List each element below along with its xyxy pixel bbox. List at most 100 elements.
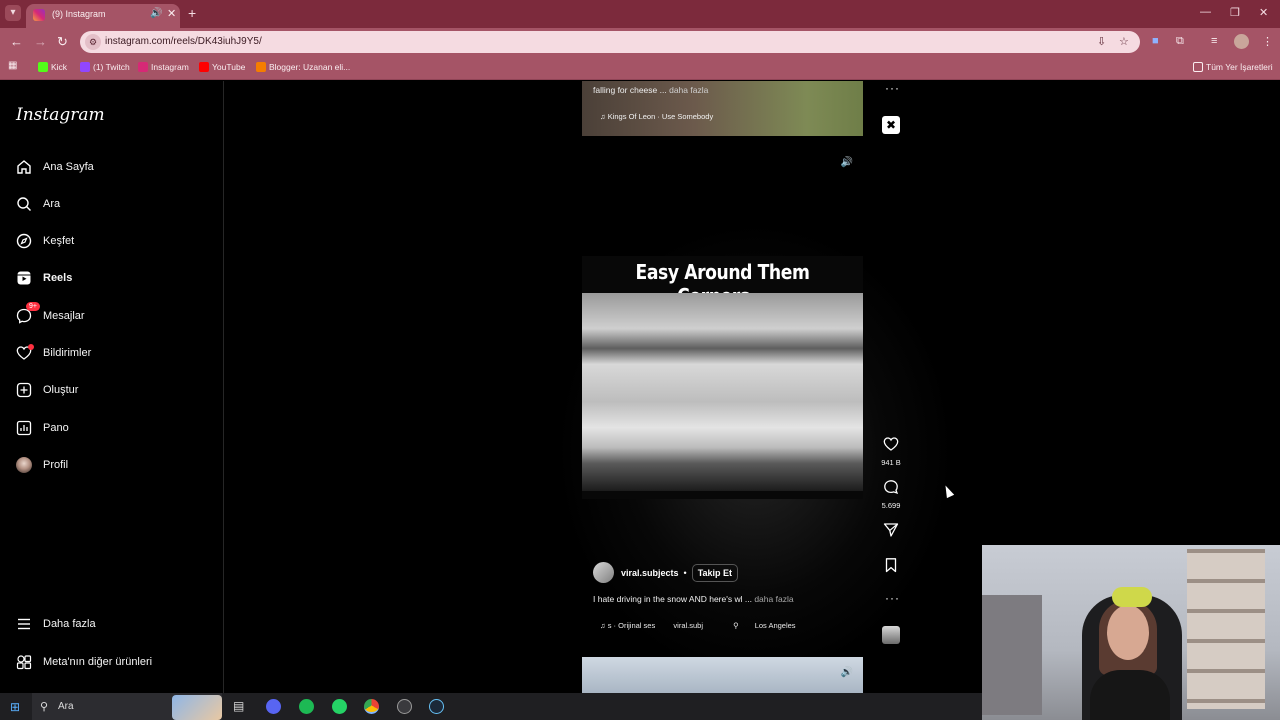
profile-avatar: [16, 457, 32, 473]
author-username[interactable]: viral.subjects: [621, 568, 679, 578]
next-volume-icon[interactable]: 🔊: [839, 665, 855, 681]
sidebar-item-dashboard[interactable]: Pano: [16, 417, 69, 439]
previous-more-options-icon[interactable]: ···: [885, 81, 900, 95]
extensions-icon[interactable]: ⧉: [1176, 35, 1184, 48]
save-action[interactable]: [879, 557, 903, 578]
more-options-icon[interactable]: ···: [885, 591, 900, 605]
sidebar-item-create[interactable]: Oluştur: [16, 379, 78, 401]
sidebar-item-more[interactable]: Daha fazla: [16, 613, 96, 635]
send-icon: [883, 523, 899, 537]
task-view-icon[interactable]: ▤: [233, 699, 248, 714]
reel-meta: ♫ s · Orijinal ses viral.subj ⚲ Los Ange…: [600, 621, 824, 630]
sidebar-item-reels[interactable]: Reels: [16, 267, 72, 289]
caption-more-link[interactable]: daha fazla: [754, 594, 793, 604]
share-action[interactable]: [879, 522, 903, 543]
search-highlight-image: [172, 695, 222, 720]
sidebar-item-notifications[interactable]: Bildirimler: [16, 342, 91, 364]
bookmark-star-icon[interactable]: ☆: [1119, 35, 1129, 48]
messenger-icon: 9+: [16, 302, 40, 324]
previous-more-link[interactable]: daha fazla: [669, 85, 708, 95]
whatsapp-icon[interactable]: [332, 699, 347, 714]
all-bookmarks[interactable]: Tüm Yer İşaretleri: [1193, 62, 1273, 72]
instagram-favicon-icon: [33, 9, 45, 21]
browser-menu-icon[interactable]: ⋮: [1262, 35, 1273, 48]
reels-icon: [16, 270, 32, 286]
current-reel-video[interactable]: Easy Around Them Corners...: [582, 256, 863, 499]
bookmark-kick[interactable]: Kick: [38, 62, 67, 72]
kick-icon: [38, 62, 48, 72]
windows-start-icon[interactable]: ⊞: [10, 700, 25, 715]
restore-icon[interactable]: ❐: [1230, 6, 1240, 19]
sidebar-item-search[interactable]: Ara: [16, 193, 60, 215]
previous-audio-thumbnail-icon[interactable]: ✖: [882, 116, 900, 134]
discord-icon[interactable]: [266, 699, 281, 714]
author-avatar[interactable]: [593, 562, 614, 583]
reel-location[interactable]: ⚲ Los Angeles: [733, 621, 809, 630]
reading-list-icon[interactable]: ≡: [1211, 35, 1217, 47]
chrome-icon[interactable]: [364, 699, 379, 714]
forward-icon[interactable]: →: [34, 34, 47, 50]
compass-icon: [16, 233, 32, 249]
webcam-background: [982, 595, 1042, 715]
notification-dot: [28, 344, 34, 350]
next-reel-video[interactable]: [582, 657, 863, 693]
twitch-icon: [80, 62, 90, 72]
follow-button[interactable]: Takip Et: [691, 563, 739, 582]
sidebar-item-explore[interactable]: Keşfet: [16, 230, 74, 252]
audio-thumbnail-icon[interactable]: [882, 626, 900, 644]
reel-audio[interactable]: ♫ s · Orijinal ses viral.subj: [600, 621, 717, 630]
back-icon[interactable]: ←: [10, 34, 23, 50]
tab-close-icon[interactable]: ✕: [167, 7, 176, 20]
bookmark-twitch[interactable]: (1) Twitch: [80, 62, 130, 72]
author-separator: •: [683, 567, 687, 578]
tab-search-button[interactable]: ▾: [5, 5, 21, 21]
tab-audio-icon[interactable]: 🔊: [150, 8, 162, 19]
install-app-icon[interactable]: ⇩: [1097, 35, 1106, 48]
steam-icon[interactable]: [429, 699, 444, 714]
reel-caption: I hate driving in the snow AND here's wl…: [593, 594, 794, 604]
youtube-icon: [199, 62, 209, 72]
webcam-person-body: [1090, 670, 1170, 720]
spotify-icon[interactable]: [299, 699, 314, 714]
sidebar-item-messages[interactable]: 9+ Mesajlar: [16, 302, 85, 327]
browser-toolbar: ← → ↻ ⚙ instagram.com/reels/DK43iuhJ9Y5/…: [0, 28, 1280, 56]
comment-action[interactable]: 5.699: [879, 479, 903, 510]
instagram-sidebar: Instagram Ana Sayfa Ara Keşfet Reels 9+ …: [0, 81, 224, 693]
webcam-overlay: [982, 545, 1280, 720]
close-window-icon[interactable]: ✕: [1259, 6, 1268, 19]
site-info-icon[interactable]: ⚙: [85, 34, 101, 50]
previous-reel-video[interactable]: falling for cheese ... daha fazla ♫ King…: [582, 81, 863, 136]
minimize-icon[interactable]: —: [1200, 6, 1211, 18]
previous-reel-caption: falling for cheese ... daha fazla: [593, 85, 709, 95]
new-tab-button[interactable]: +: [188, 5, 196, 21]
blogger-icon: [256, 62, 266, 72]
like-action[interactable]: 941 B: [879, 436, 903, 467]
dashboard-icon: [16, 420, 32, 436]
browser-profile-avatar[interactable]: [1234, 34, 1249, 49]
sidebar-item-meta-products[interactable]: Meta'nın diğer ürünleri: [16, 651, 152, 673]
meta-products-icon: [16, 654, 32, 670]
address-bar[interactable]: ⚙ instagram.com/reels/DK43iuhJ9Y5/ ⇩ ☆: [80, 31, 1140, 53]
taskbar-search-icon: ⚲: [40, 701, 49, 713]
translate-extension-icon[interactable]: ■: [1152, 35, 1159, 47]
comment-icon: [884, 480, 899, 495]
messages-badge: 9+: [26, 302, 40, 311]
taskbar-search[interactable]: ⚲ Ara: [32, 693, 222, 720]
home-icon: [16, 159, 32, 175]
bookmark-blogger[interactable]: Blogger: Uzanan eli...: [256, 62, 350, 72]
heart-icon: [16, 344, 34, 361]
instagram-logo[interactable]: Instagram: [16, 105, 105, 125]
previous-volume-icon[interactable]: 🔊: [839, 155, 855, 171]
previous-reel-music[interactable]: ♫ Kings Of Leon · Use Somebody: [600, 112, 713, 121]
webcam-plush: [1112, 587, 1152, 607]
apps-grid-icon[interactable]: ▦: [8, 60, 17, 71]
reload-icon[interactable]: ↻: [57, 34, 68, 50]
sidebar-item-profile[interactable]: Profil: [16, 454, 68, 476]
bookmark-youtube[interactable]: YouTube: [199, 62, 245, 72]
webcam-shelf: [1187, 549, 1265, 709]
obs-icon[interactable]: [397, 699, 412, 714]
browser-tab-instagram[interactable]: (9) Instagram 🔊 ✕: [26, 4, 180, 28]
sidebar-item-home[interactable]: Ana Sayfa: [16, 156, 94, 178]
plus-square-icon: [16, 382, 32, 398]
bookmark-instagram[interactable]: Instagram: [138, 62, 189, 72]
